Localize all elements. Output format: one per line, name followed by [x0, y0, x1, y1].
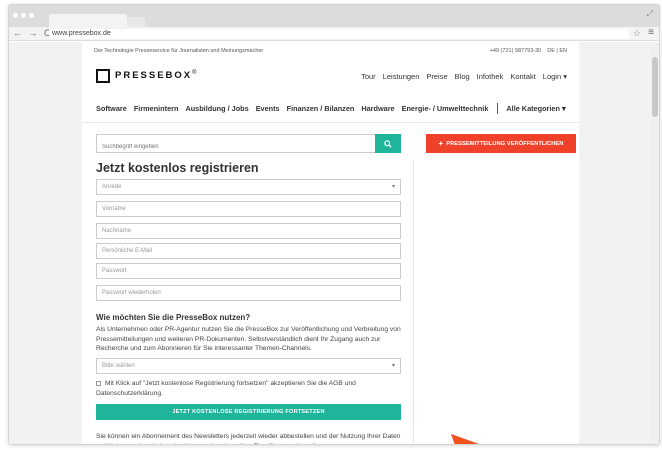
nav-tour[interactable]: Tour — [361, 72, 376, 81]
page-content: Der Technologie Presseservice für Journa… — [82, 42, 579, 444]
category-ausbildung-jobs[interactable]: Ausbildung / Jobs — [185, 104, 248, 113]
browser-window: ⤢ ← → C www.pressebox.de ☆ ≡ Der Technol… — [8, 4, 660, 445]
main-nav: Tour Leistungen Preise Blog Infothek Kon… — [361, 72, 567, 81]
browser-tab[interactable] — [49, 14, 127, 27]
chevron-down-icon: ▾ — [391, 363, 395, 369]
consent-row: Mit Klick auf "Jetzt kostenlose Registri… — [96, 379, 396, 398]
bookmark-star-icon[interactable]: ☆ — [633, 28, 641, 39]
nav-preise[interactable]: Preise — [426, 72, 447, 81]
category-events[interactable]: Events — [256, 104, 280, 113]
usage-title: Wie möchten Sie die PresseBox nutzen? — [96, 313, 251, 322]
scrollbar-thumb[interactable] — [652, 57, 658, 117]
password-field[interactable]: Passwort — [96, 263, 401, 279]
logo-registered: ® — [192, 70, 199, 77]
search-icon — [384, 139, 392, 148]
logo-square-icon — [96, 69, 110, 83]
firstname-field[interactable]: Vorname — [96, 201, 401, 217]
category-energie-umwelttechnik[interactable]: Energie- / Umwelttechnik — [402, 104, 489, 113]
category-software[interactable]: Software — [96, 104, 127, 113]
nav-infothek[interactable]: Infothek — [477, 72, 504, 81]
publish-button-label: PRESSEMITTEILUNG VERÖFFENTLICHEN — [446, 140, 564, 147]
usage-description: Als Unternehmen oder PR-Agentur nutzen S… — [96, 326, 401, 352]
phone-number[interactable]: +49 (721) 987793-30 — [490, 48, 542, 54]
search-input[interactable] — [97, 138, 377, 156]
salutation-value: Anrede — [102, 184, 122, 190]
divider — [82, 122, 579, 123]
plus-icon: + — [438, 139, 444, 148]
continue-registration-button[interactable]: JETZT KOSTENLOSE REGISTRIERUNG FORTSETZE… — [96, 404, 401, 420]
search-button[interactable] — [375, 134, 401, 153]
category-nav: Software Firmenintern Ausbildung / Jobs … — [96, 103, 573, 114]
all-categories-dropdown[interactable]: Alle Kategorien ▾ — [506, 104, 565, 113]
url-field[interactable]: www.pressebox.de — [49, 29, 629, 39]
consent-text: Mit Klick auf "Jetzt kostenlose Registri… — [96, 380, 356, 397]
salutation-select[interactable]: Anrede ▾ — [96, 179, 401, 195]
lastname-field[interactable]: Nachname — [96, 223, 401, 239]
language-switch[interactable]: DE | EN — [547, 48, 567, 54]
consent-checkbox[interactable] — [96, 380, 101, 386]
nav-blog[interactable]: Blog — [455, 72, 470, 81]
scrollbar[interactable] — [651, 42, 659, 444]
column-divider — [413, 160, 414, 444]
title-bar: ⤢ — [9, 5, 659, 27]
nav-separator — [497, 103, 499, 114]
new-tab-button[interactable] — [127, 17, 145, 27]
email-field[interactable]: Persönliche E-Mail — [96, 243, 401, 259]
tagline: Der Technologie Presseservice für Journa… — [94, 48, 264, 54]
publish-press-release-button[interactable]: + PRESSEMITTEILUNG VERÖFFENTLICHEN — [426, 134, 576, 153]
browser-menu-icon[interactable]: ≡ — [648, 27, 654, 38]
nav-kontakt[interactable]: Kontakt — [510, 72, 535, 81]
chevron-down-icon: ▾ — [391, 184, 395, 190]
logo[interactable]: PRESSEBOX® — [96, 69, 199, 83]
window-controls[interactable] — [13, 13, 34, 18]
register-title: Jetzt kostenlos registrieren — [96, 161, 259, 175]
password-repeat-field[interactable]: Passwort wiederholen — [96, 285, 401, 301]
nav-leistungen[interactable]: Leistungen — [383, 72, 420, 81]
usage-select[interactable]: Bitte wählen ▾ — [96, 358, 401, 374]
category-hardware[interactable]: Hardware — [361, 104, 394, 113]
page-viewport: Der Technologie Presseservice für Journa… — [9, 42, 659, 444]
address-bar-row: ← → C www.pressebox.de ☆ ≡ — [9, 27, 659, 41]
nav-arrows-icon[interactable]: ← → C — [13, 28, 53, 38]
logo-text: PRESSEBOX — [115, 70, 193, 82]
fullscreen-icon[interactable]: ⤢ — [647, 9, 653, 19]
category-finanzen-bilanzen[interactable]: Finanzen / Bilanzen — [287, 104, 355, 113]
usage-select-value: Bitte wählen — [102, 363, 135, 369]
pointer-cursor-icon — [451, 434, 479, 444]
category-firmenintern[interactable]: Firmenintern — [134, 104, 179, 113]
nav-login[interactable]: Login ▾ — [543, 72, 567, 81]
search-box — [96, 134, 401, 156]
contact-info: +49 (721) 987793-30 DE | EN — [490, 48, 567, 54]
newsletter-notice: Sie können ein Abonnement des Newsletter… — [96, 433, 401, 444]
